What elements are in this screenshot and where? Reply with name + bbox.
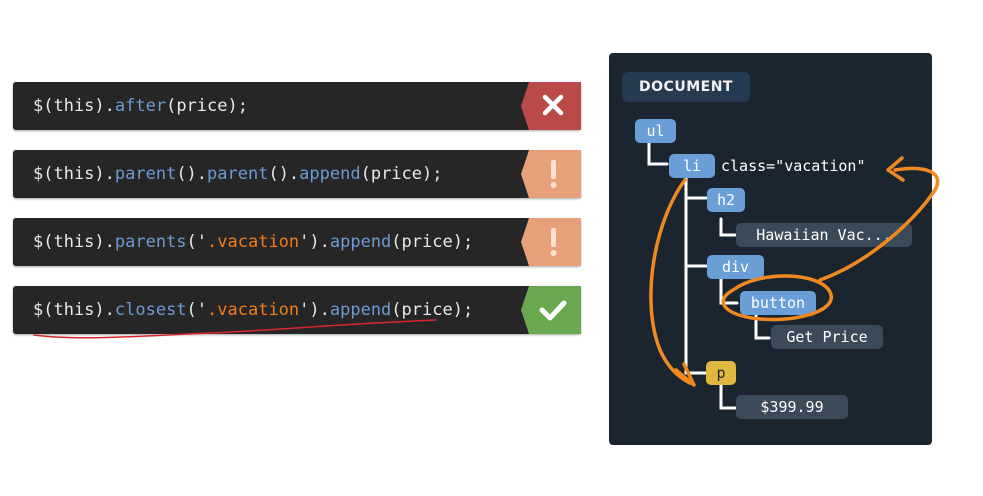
checkmark-icon [521, 286, 581, 334]
code-text: $(this).parent().parent().append(price); [33, 163, 442, 185]
li-class-attribute: class="vacation" [721, 157, 866, 175]
node-ul[interactable]: ul [635, 119, 676, 143]
code-token-plain: (price); [166, 96, 248, 116]
code-token-string: .vacation [207, 300, 300, 320]
code-token-plain: $(this). [33, 96, 115, 116]
dom-tree-panel: DOCUMENT ul li class="vacation" h2 Hawai… [609, 53, 932, 445]
code-token-plain: $(this). [33, 164, 115, 184]
status-badge-wrong [521, 82, 581, 130]
code-token-plain: $(this). [33, 300, 115, 320]
code-line-4: $(this).closest('.vacation').append(pric… [13, 286, 581, 334]
code-token-plain: (). [176, 164, 208, 184]
code-token-plain: '). [299, 232, 330, 252]
status-badge-warning [521, 218, 581, 266]
status-badge-correct [521, 286, 581, 334]
x-icon [521, 82, 581, 130]
code-text: $(this).after(price); [33, 95, 248, 117]
code-token-plain: (price); [391, 232, 474, 252]
code-token-plain: (). [268, 164, 300, 184]
exclamation-icon [521, 218, 581, 266]
exclamation-icon [521, 150, 581, 198]
code-token-method: after [114, 96, 167, 116]
code-line-1: $(this).after(price); [13, 82, 581, 130]
code-token-plain: $(this). [33, 232, 115, 252]
node-div[interactable]: div [707, 255, 764, 279]
node-h2[interactable]: h2 [707, 188, 745, 212]
code-token-method: parent [207, 164, 269, 184]
status-badge-warning [521, 150, 581, 198]
node-p[interactable]: p [706, 361, 736, 385]
code-line-3: $(this).parents('.vacation').append(pric… [13, 218, 581, 266]
node-p-text: $399.99 [736, 395, 848, 419]
node-button[interactable]: button [740, 291, 816, 315]
code-token-method: parents [114, 232, 187, 252]
node-h2-text: Hawaiian Vac... [736, 223, 912, 247]
code-token-plain: (price); [391, 300, 474, 320]
code-text: $(this).parents('.vacation').append(pric… [33, 231, 473, 253]
code-token-method: append [329, 300, 392, 320]
code-token-plain: (' [186, 300, 208, 320]
code-token-plain: (price); [360, 164, 443, 184]
document-label: DOCUMENT [622, 72, 750, 102]
code-token-plain: '). [299, 300, 330, 320]
code-token-method: closest [114, 300, 187, 320]
code-token-method: parent [114, 164, 177, 184]
code-line-2: $(this).parent().parent().append(price); [13, 150, 581, 198]
code-text: $(this).closest('.vacation').append(pric… [33, 299, 473, 321]
code-token-plain: (' [186, 232, 208, 252]
node-li[interactable]: li [669, 154, 715, 178]
code-token-method: append [299, 164, 361, 184]
tree-connector-lines [647, 141, 771, 410]
code-token-string: .vacation [207, 232, 300, 252]
code-token-method: append [329, 232, 392, 252]
node-button-text: Get Price [771, 325, 883, 349]
